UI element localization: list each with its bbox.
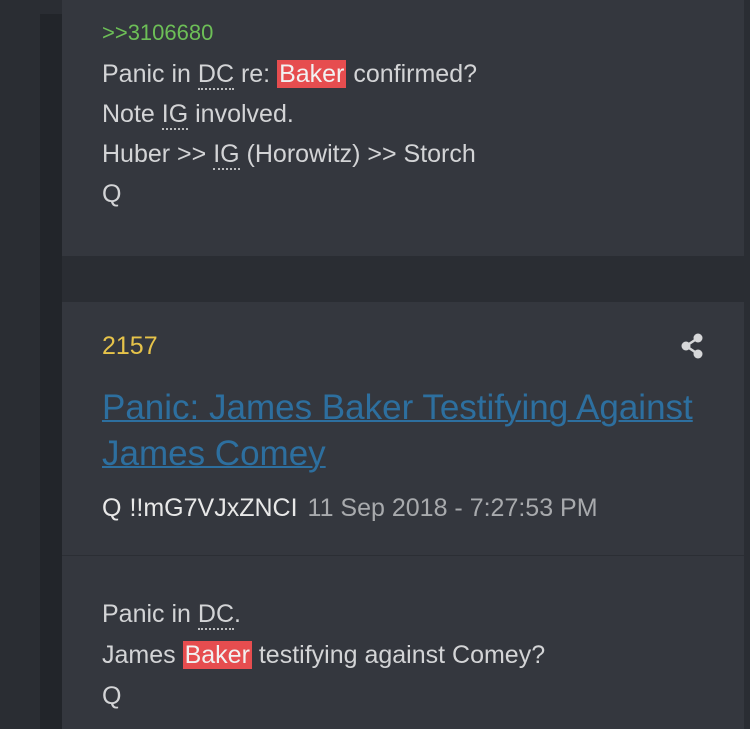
abbreviation-ig: IG [213,140,240,170]
post-tripcode: !!mG7VJxZNCI [129,494,298,522]
reply-signature: Q [102,180,122,208]
abbreviation-dc: DC [197,600,234,630]
text: . [234,600,241,628]
abbreviation-ig: IG [161,100,189,130]
text: James [102,641,183,669]
text: confirmed? [346,60,478,88]
text: Huber >> [102,140,214,168]
abbreviation-dc: DC [197,60,234,90]
post-author: Q [102,494,122,522]
text: Panic in [102,60,198,88]
post-signature: Q [102,682,122,710]
text: Panic in [102,600,198,628]
text: re: [234,60,278,88]
reply-line-3: Huber >> IG (Horowitz) >> Storch [102,134,476,174]
post-line-1: Panic in DC. [102,594,241,634]
text: involved. [188,100,294,128]
thread-rail [40,14,62,729]
divider [62,555,744,556]
text: testifying against Comey? [251,641,546,669]
quote-link[interactable]: >>3106680 [102,20,213,46]
post-title-link[interactable]: Panic: James Baker Testifying Against Ja… [102,385,702,477]
post-line-2: James Baker testifying against Comey? [102,635,545,675]
share-icon[interactable] [678,332,706,360]
page: >>3106680 Panic in DC re: Baker confirme… [0,0,750,729]
reply-line-2: Note IG involved. [102,94,294,134]
search-highlight: Baker [182,641,252,669]
post-number: 2157 [102,332,158,360]
post-datetime: 11 Sep 2018 - 7:27:53 PM [307,494,598,522]
text: (Horowitz) >> Storch [239,140,476,168]
text: Note [102,100,162,128]
post-meta: Q !!mG7VJxZNCI 11 Sep 2018 - 7:27:53 PM [102,494,598,523]
search-highlight: Baker [277,60,347,88]
reply-line-1: Panic in DC re: Baker confirmed? [102,54,477,94]
